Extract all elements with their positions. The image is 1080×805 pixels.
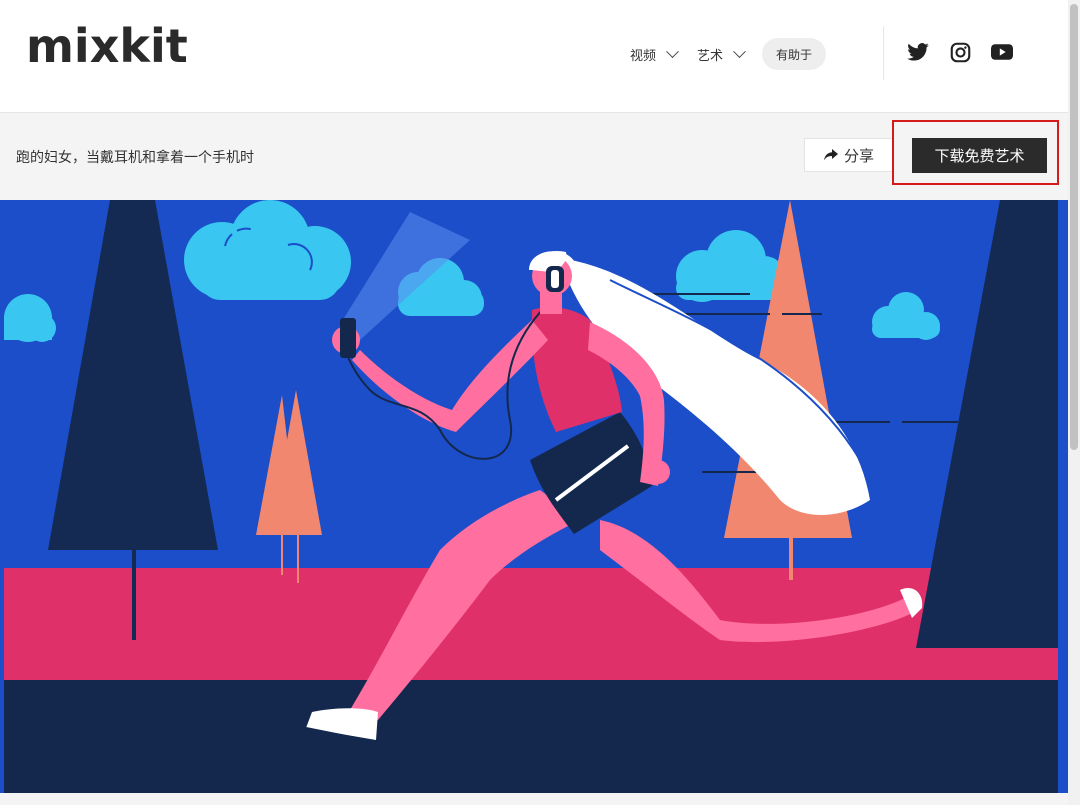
chevron-down-icon [733,44,746,58]
instagram-icon[interactable] [948,40,972,64]
nav-item-label: 视频 [630,48,657,64]
mixkit-logo[interactable]: mixkit [26,18,188,74]
main-nav: 视频 艺术 有助于 [620,38,827,70]
twitter-icon[interactable] [906,40,930,64]
ground [4,680,1058,793]
chevron-down-icon [666,44,679,58]
nav-item-art[interactable]: 艺术 [687,38,754,70]
scrollbar-thumb[interactable] [1070,4,1078,450]
site-header: mixkit 视频 艺术 有助于 [0,0,1068,113]
nav-divider [883,26,884,80]
nav-item-video[interactable]: 视频 [620,38,687,70]
running-track [4,568,1058,680]
artwork-right-edge [1058,200,1068,793]
social-links [906,40,1014,64]
download-free-art-button[interactable]: 下载免费艺术 [912,138,1047,173]
asset-title: 跑的妇女，当戴耳机和拿着一个手机时 [16,150,254,166]
dark-tree-left-trunk [132,548,136,640]
running-woman-illustration [0,200,1058,793]
nav-item-label: 艺术 [697,48,724,64]
share-arrow-icon [823,149,838,161]
youtube-icon[interactable] [990,40,1014,64]
share-label: 分享 [843,146,874,165]
bottom-strip [0,793,1068,805]
page-scrollbar[interactable] [1068,0,1080,805]
share-button[interactable]: 分享 [804,138,894,172]
nav-item-help[interactable]: 有助于 [762,38,827,70]
artwork-image [0,200,1058,793]
phone [340,318,356,358]
